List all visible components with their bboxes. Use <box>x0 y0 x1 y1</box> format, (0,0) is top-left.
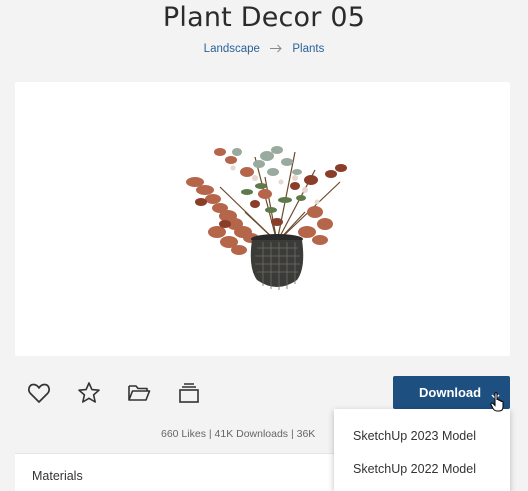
materials-label: Materials <box>32 469 83 483</box>
model-stats: 660 Likes | 41K Downloads | 36K <box>161 428 316 440</box>
model-preview[interactable] <box>15 82 510 356</box>
breadcrumb-plants[interactable]: Plants <box>292 43 324 55</box>
plant-decor-image <box>186 146 347 290</box>
arrow-right-icon <box>269 42 283 56</box>
download-label: Download <box>419 385 482 400</box>
breadcrumb-landscape[interactable]: Landscape <box>204 43 260 55</box>
download-dropdown-menu: SketchUp 2023 Model SketchUp 2022 Model <box>334 409 510 491</box>
menu-item-sketchup-2022[interactable]: SketchUp 2022 Model <box>334 453 510 486</box>
hand-cursor-icon <box>490 392 506 417</box>
page-title: Plant Decor 05 <box>162 2 366 33</box>
action-bar <box>26 380 202 406</box>
breadcrumb: Landscape Plants <box>0 42 528 56</box>
heart-icon[interactable] <box>26 380 52 406</box>
menu-item-sketchup-2023[interactable]: SketchUp 2023 Model <box>334 420 510 453</box>
folder-icon[interactable] <box>126 380 152 406</box>
star-icon[interactable] <box>76 380 102 406</box>
layers-icon[interactable] <box>176 380 202 406</box>
